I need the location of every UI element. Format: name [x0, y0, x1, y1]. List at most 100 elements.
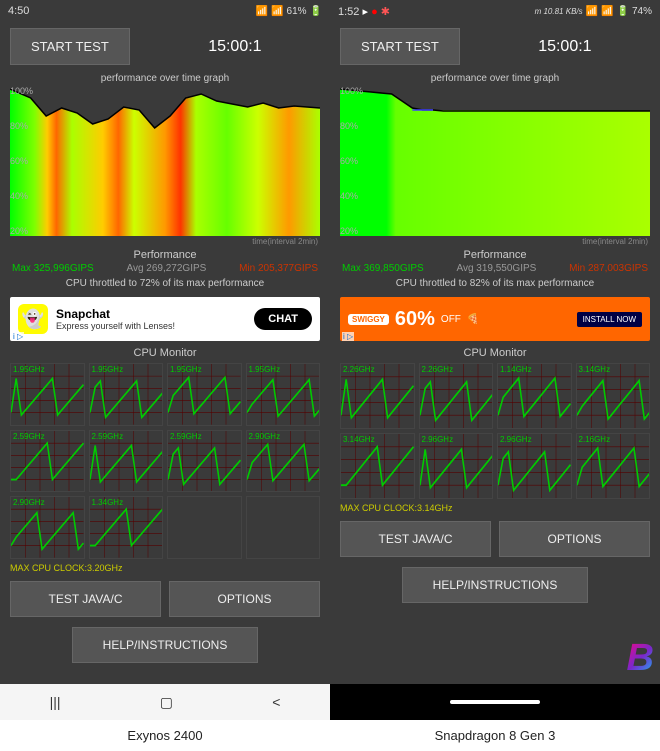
ad-title: Snapchat [56, 307, 254, 321]
cpu-monitor-title: CPU Monitor [330, 345, 660, 361]
perf-avg: Avg 319,550GIPS [456, 263, 536, 274]
button-row: TEST JAVA/C OPTIONS [330, 515, 660, 563]
ad-banner[interactable]: SWIGGY 60% OFF 🍕 INSTALL NOW i ▷ [340, 297, 650, 341]
help-instructions-button[interactable]: HELP/INSTRUCTIONS [72, 627, 258, 663]
performance-stats: Performance Max 369,850GIPS Avg 319,550G… [330, 247, 660, 293]
perf-min: Min 205,377GIPS [239, 263, 318, 274]
core-freq-label: 1.14GHz [500, 365, 532, 374]
battery-icon: 🔋 [617, 6, 629, 17]
button-row: TEST JAVA/C OPTIONS [0, 575, 330, 623]
perf-max: Max 325,996GIPS [12, 263, 94, 274]
cpu-core: 1.95GHz [10, 363, 85, 426]
perf-max: Max 369,850GIPS [342, 263, 424, 274]
cpu-core [246, 496, 321, 559]
cpu-core: 2.26GHz [419, 363, 494, 429]
food-icon: 🍕 [467, 314, 479, 325]
cpu-core: 3.14GHz [340, 433, 415, 499]
back-icon[interactable]: < [272, 694, 280, 710]
cpu-core: 3.14GHz [576, 363, 651, 429]
notif-icon: ● [371, 6, 378, 18]
ad-cta-button[interactable]: INSTALL NOW [577, 312, 642, 327]
battery-pct: 74% [632, 6, 652, 17]
y-axis-labels: 100% 80% 60% 40% 20% [10, 86, 33, 236]
status-bar: 4:50 📶 📶 61% 🔋 [0, 0, 330, 22]
core-freq-label: 3.14GHz [343, 435, 375, 444]
ad-info-icon[interactable]: i ▷ [12, 332, 24, 341]
core-freq-label: 3.14GHz [579, 365, 611, 374]
performance-header: Performance [0, 249, 330, 261]
max-cpu-clock: MAX CPU CLOCK:3.14GHz [330, 501, 660, 515]
cpu-cores-grid: 2.26GHz 2.26GHz 1.14GHz 3.14GHz [330, 361, 660, 501]
nav-bar [330, 684, 660, 720]
core-freq-label: 2.16GHz [579, 435, 611, 444]
cpu-core: 2.26GHz [340, 363, 415, 429]
ad-off-suffix: OFF [441, 314, 461, 325]
options-button[interactable]: OPTIONS [499, 521, 650, 557]
throttle-text: CPU throttled to 82% of its max performa… [330, 276, 660, 291]
graph-title: performance over time graph [330, 71, 660, 86]
cpu-core: 1.34GHz [89, 496, 164, 559]
status-icons: m 10.81 KB/s 📶 📶 🔋 74% [535, 6, 652, 17]
test-javac-button[interactable]: TEST JAVA/C [340, 521, 491, 557]
cpu-monitor-title: CPU Monitor [0, 345, 330, 361]
wifi-icon: 📶 [256, 6, 268, 17]
timer-display: 15:00:1 [150, 38, 320, 56]
start-test-button[interactable]: START TEST [10, 28, 130, 65]
core-freq-label: 1.95GHz [92, 365, 124, 374]
timer-display: 15:00:1 [480, 38, 650, 56]
recents-icon[interactable]: ||| [50, 694, 61, 710]
phone-right: 1:52 ▸ ● ✱ m 10.81 KB/s 📶 📶 🔋 74% START … [330, 0, 660, 720]
battery-pct: 61% [287, 6, 307, 17]
cpu-core: 1.95GHz [89, 363, 164, 426]
notif-icon: ▸ [362, 6, 368, 18]
home-icon[interactable]: ▢ [160, 694, 173, 711]
watermark-logo: B [627, 637, 654, 680]
phone-left: 4:50 📶 📶 61% 🔋 START TEST 15:00:1 perfor… [0, 0, 330, 720]
throttle-text: CPU throttled to 72% of its max performa… [0, 276, 330, 291]
core-freq-label: 2.90GHz [13, 498, 45, 507]
core-freq-label: 2.26GHz [343, 365, 375, 374]
ad-cta-button[interactable]: CHAT [254, 308, 312, 330]
performance-stats: Performance Max 325,996GIPS Avg 269,272G… [0, 247, 330, 293]
options-button[interactable]: OPTIONS [169, 581, 320, 617]
ad-brand: SWIGGY [348, 314, 389, 325]
core-freq-label: 2.96GHz [500, 435, 532, 444]
signal-icon: 📶 [601, 6, 613, 17]
ad-discount: 60% [395, 308, 435, 331]
cpu-core: 2.96GHz [419, 433, 494, 499]
core-freq-label: 2.59GHz [170, 432, 202, 441]
ad-banner[interactable]: 👻 Snapchat Express yourself with Lenses!… [10, 297, 320, 341]
perf-avg: Avg 269,272GIPS [126, 263, 206, 274]
core-freq-label: 1.95GHz [249, 365, 281, 374]
status-time: 4:50 [8, 5, 29, 17]
status-icons: 📶 📶 61% 🔋 [256, 6, 322, 17]
top-controls: START TEST 15:00:1 [0, 22, 330, 71]
interval-label: time(interval 2min) [330, 236, 660, 247]
test-javac-button[interactable]: TEST JAVA/C [10, 581, 161, 617]
core-freq-label: 2.59GHz [92, 432, 124, 441]
net-speed: m 10.81 KB/s [535, 7, 583, 16]
cpu-cores-grid: 1.95GHz 1.95GHz 1.95GHz 1.95GHz [0, 361, 330, 561]
top-controls: START TEST 15:00:1 [330, 22, 660, 71]
core-freq-label: 1.95GHz [13, 365, 45, 374]
start-test-button[interactable]: START TEST [340, 28, 460, 65]
cpu-core: 2.16GHz [576, 433, 651, 499]
caption-left: Exynos 2400 [0, 720, 330, 751]
status-bar: 1:52 ▸ ● ✱ m 10.81 KB/s 📶 📶 🔋 74% [330, 0, 660, 22]
ad-info-icon[interactable]: i ▷ [342, 332, 354, 341]
core-freq-label: 2.90GHz [249, 432, 281, 441]
caption-right: Snapdragon 8 Gen 3 [330, 720, 660, 751]
performance-graph: 100% 80% 60% 40% 20% [10, 86, 320, 236]
help-instructions-button[interactable]: HELP/INSTRUCTIONS [402, 567, 588, 603]
wifi-icon: 📶 [586, 6, 598, 17]
core-freq-label: 1.34GHz [92, 498, 124, 507]
cpu-core: 2.90GHz [10, 496, 85, 559]
gesture-bar[interactable] [450, 700, 540, 704]
interval-label: time(interval 2min) [0, 236, 330, 247]
cpu-core: 2.59GHz [10, 430, 85, 493]
y-axis-labels: 100% 80% 60% 40% 20% [340, 86, 363, 236]
cpu-core: 2.59GHz [89, 430, 164, 493]
notif-icon: ✱ [381, 6, 390, 18]
cpu-core: 1.95GHz [167, 363, 242, 426]
perf-min: Min 287,003GIPS [569, 263, 648, 274]
